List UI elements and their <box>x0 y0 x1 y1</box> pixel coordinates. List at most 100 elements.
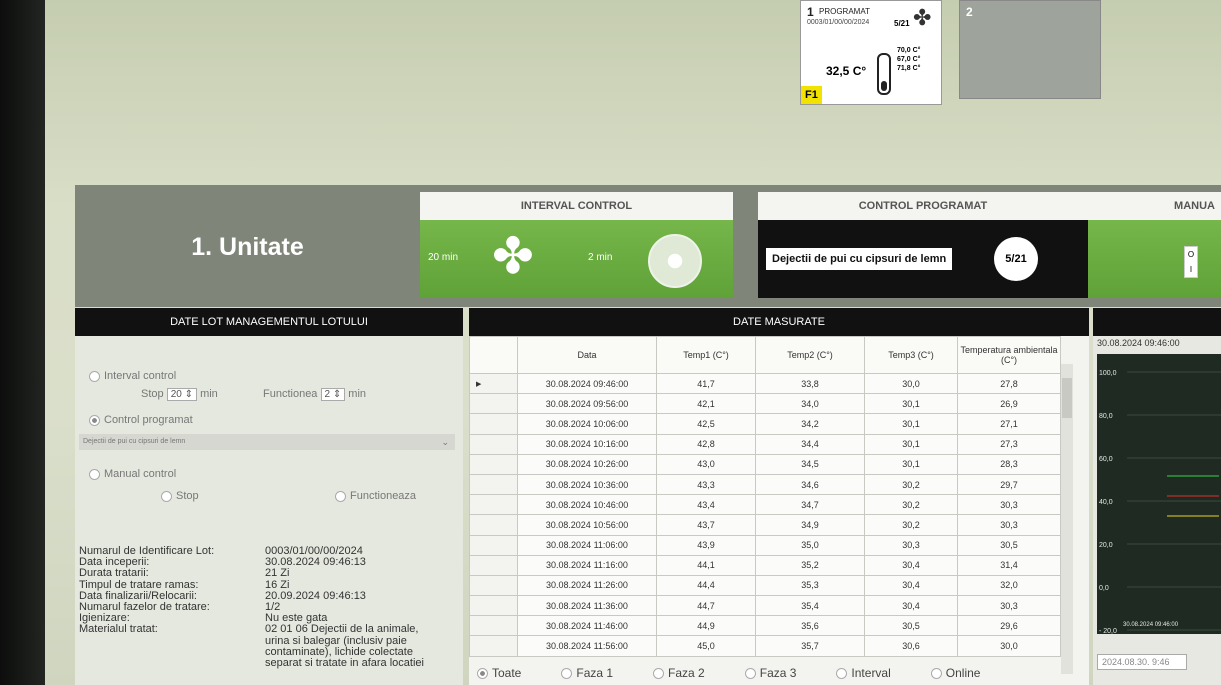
table-row[interactable]: 30.08.2024 11:16:00 44,1 35,2 30,4 31,4 <box>469 554 1061 576</box>
table-cell: 43,3 <box>656 473 756 496</box>
program-progress: 5/21 <box>994 237 1038 281</box>
manual-control-box[interactable]: MANUA OI <box>1088 192 1221 298</box>
table-cell: 30.08.2024 11:56:00 <box>517 635 657 657</box>
table-cell: 34,5 <box>755 453 865 475</box>
table-cell: 30,5 <box>864 615 958 637</box>
interval-control-box[interactable]: INTERVAL CONTROL 20 min ✤ 2 min <box>420 192 733 298</box>
table-cell: 30.08.2024 09:46:00 <box>517 372 657 395</box>
y-tick-label: 20,0 <box>1099 542 1113 549</box>
row-selector[interactable] <box>469 413 518 435</box>
table-cell: 30,1 <box>864 393 958 415</box>
unit-phase: 5/21 <box>894 19 910 28</box>
phase-badge: F1 <box>801 86 822 104</box>
chart-panel-head <box>1093 308 1221 336</box>
table-row[interactable]: 30.08.2024 10:16:00 42,8 34,4 30,1 27,3 <box>469 433 1061 455</box>
stop-stepper[interactable]: 20 ⇕ <box>166 388 197 401</box>
table-cell: 30,0 <box>957 635 1061 657</box>
table-row[interactable]: 30.08.2024 11:06:00 43,9 35,0 30,3 30,5 <box>469 534 1061 556</box>
radio-icon <box>161 490 172 502</box>
measurements-table: Data Temp1 (C°) Temp2 (C°) Temp3 (C°) Te… <box>469 336 1061 657</box>
row-selector[interactable] <box>469 615 518 637</box>
row-selector[interactable] <box>469 554 518 576</box>
filter-interval[interactable]: Interval <box>836 666 891 680</box>
y-tick-label: 0,0 <box>1099 585 1109 592</box>
x-tick-label: 30.08.2024 09:46:00 <box>1123 622 1179 628</box>
table-cell: 35,0 <box>755 534 865 556</box>
table-cell: 30.08.2024 10:16:00 <box>517 433 657 455</box>
unit-lot-id: 0003/01/00/00/2024 <box>807 19 870 26</box>
table-row[interactable]: 30.08.2024 10:46:00 43,4 34,7 30,2 30,3 <box>469 494 1061 516</box>
table-cell: 30.08.2024 10:36:00 <box>517 473 657 496</box>
unit-number: 1 <box>807 5 814 19</box>
radio-icon <box>836 668 848 680</box>
table-cell: 30.08.2024 11:06:00 <box>517 534 657 556</box>
table-row[interactable]: 30.08.2024 10:26:00 43,0 34,5 30,1 28,3 <box>469 453 1061 475</box>
program-select[interactable]: Dejectii de pui cu cipsuri de lemn ⌄ <box>79 434 455 450</box>
table-row[interactable]: 30.08.2024 11:46:00 44,9 35,6 30,5 29,6 <box>469 615 1061 637</box>
y-tick-label: 80,0 <box>1099 413 1113 420</box>
table-row[interactable]: 30.08.2024 11:36:00 44,7 35,4 30,4 30,3 <box>469 595 1061 617</box>
filter-phase-2[interactable]: Faza 2 <box>653 666 705 680</box>
manual-control-radio[interactable]: Manual control <box>89 468 176 480</box>
row-selector[interactable] <box>469 514 518 536</box>
row-selector[interactable] <box>469 473 518 496</box>
filter-phase-3[interactable]: Faza 3 <box>744 666 796 680</box>
table-cell: 30,4 <box>864 595 958 617</box>
chart-panel: 30.08.2024 09:46:00 100,0 80,0 60,0 40,0 20,… <box>1093 308 1221 685</box>
manual-stop-radio[interactable]: Stop <box>161 490 199 502</box>
table-cell: 35,3 <box>755 574 865 597</box>
unit-number: 2 <box>966 5 973 19</box>
table-cell: 30,4 <box>864 574 958 597</box>
measured-data-panel: DATE MASURATE Data Temp1 (C°) Temp2 (C°)… <box>469 308 1089 685</box>
table-scrollbar[interactable] <box>1061 364 1073 674</box>
table-cell: 30.08.2024 10:06:00 <box>517 413 657 435</box>
filter-all[interactable]: Toate <box>477 666 521 680</box>
table-cell: 42,1 <box>656 393 756 415</box>
table-row[interactable]: 30.08.2024 09:56:00 42,1 34,0 30,1 26,9 <box>469 393 1061 415</box>
table-cell: 30,2 <box>864 494 958 516</box>
program-control-box[interactable]: CONTROL PROGRAMAT Dejectii de pui cu cip… <box>758 192 1088 298</box>
table-row[interactable]: ▶ 30.08.2024 09:46:00 41,7 33,8 30,0 27,8 <box>469 372 1061 395</box>
row-selector[interactable] <box>469 534 518 556</box>
filter-online[interactable]: Online <box>930 666 980 680</box>
radio-selected-icon <box>89 414 100 426</box>
chart-date-input[interactable]: 2024.08.30. 9:46 <box>1097 654 1187 670</box>
table-cell: 43,0 <box>656 453 756 475</box>
table-row[interactable]: 30.08.2024 11:26:00 44,4 35,3 30,4 32,0 <box>469 574 1061 597</box>
row-selector[interactable] <box>469 494 518 516</box>
table-cell: 30.08.2024 10:46:00 <box>517 494 657 516</box>
temperature-chart[interactable]: 100,0 80,0 60,0 40,0 20,0 0,0 - 20,0 30.08.2024… <box>1097 354 1221 634</box>
interval-control-radio[interactable]: Interval control <box>89 370 176 382</box>
table-cell: 30,3 <box>864 534 958 556</box>
fan-icon: ✤ <box>913 5 932 30</box>
control-programat-radio[interactable]: Control programat <box>89 414 193 426</box>
col-ambient: Temperatura ambientala (C°) <box>957 336 1061 374</box>
table-row[interactable]: 30.08.2024 10:36:00 43,3 34,6 30,2 29,7 <box>469 473 1061 496</box>
manual-run-radio[interactable]: Functioneaza <box>335 490 416 502</box>
table-cell: 30,1 <box>864 413 958 435</box>
radio-icon <box>89 468 100 480</box>
power-switch-icon[interactable]: OI <box>1184 246 1198 278</box>
col-date: Data <box>517 336 657 374</box>
fan-spinning-icon <box>648 234 702 288</box>
filter-phase-1[interactable]: Faza 1 <box>561 666 613 680</box>
row-selector[interactable] <box>469 635 518 657</box>
table-row[interactable]: 30.08.2024 11:56:00 45,0 35,7 30,6 30,0 <box>469 635 1061 657</box>
row-selector[interactable] <box>469 433 518 455</box>
unit-card-1[interactable]: 1 PROGRAMAT 0003/01/00/00/2024 5/21 ✤ 32… <box>800 0 942 105</box>
table-row[interactable]: 30.08.2024 10:06:00 42,5 34,2 30,1 27,1 <box>469 413 1061 435</box>
table-cell: 30,5 <box>957 534 1061 556</box>
page-title: 1. Unitate <box>191 233 304 261</box>
radio-selected-icon <box>477 668 488 680</box>
row-selector[interactable] <box>469 574 518 597</box>
fan-icon: ✤ <box>492 228 534 284</box>
table-cell: 27,1 <box>957 413 1061 435</box>
functionea-stepper[interactable]: 2 ⇕ <box>320 388 346 401</box>
table-cell: 34,9 <box>755 514 865 536</box>
row-selector[interactable] <box>469 393 518 415</box>
row-selector[interactable] <box>469 453 518 475</box>
row-selector[interactable] <box>469 595 518 617</box>
table-row[interactable]: 30.08.2024 10:56:00 43,7 34,9 30,2 30,3 <box>469 514 1061 536</box>
unit-card-2[interactable]: 2 <box>959 0 1101 99</box>
row-selector-icon[interactable]: ▶ <box>469 372 518 395</box>
